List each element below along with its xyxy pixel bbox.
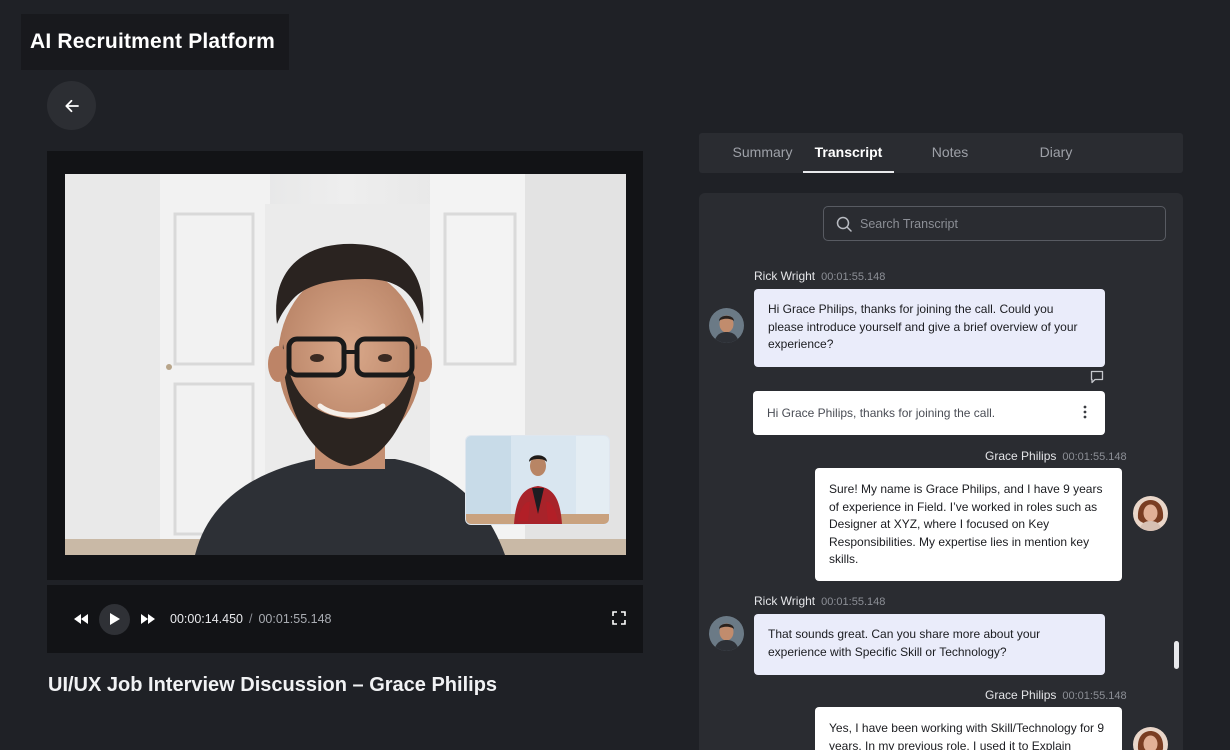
arrow-left-icon — [64, 99, 79, 112]
speaker-name: Grace Philips — [985, 449, 1057, 463]
rewind-icon[interactable] — [73, 613, 89, 625]
time-separator: / — [249, 612, 253, 626]
note-text: Hi Grace Philips, thanks for joining the… — [767, 406, 996, 420]
message-meta: Rick Wright 00:01:55.148 — [754, 269, 885, 283]
search-box[interactable] — [823, 206, 1166, 241]
transcript-panel: Rick Wright 00:01:55.148 Hi Grace Philips… — [699, 193, 1183, 750]
avatar — [1133, 496, 1168, 531]
message-meta: Rick Wright 00:01:55.148 — [754, 594, 885, 608]
message-timestamp: 00:01:55.148 — [821, 596, 886, 608]
message-timestamp: 00:01:55.148 — [1062, 451, 1127, 463]
total-time: 00:01:55.148 — [258, 612, 332, 626]
comment-icon[interactable] — [1090, 370, 1104, 389]
app-title: AI Recruitment Platform — [21, 14, 289, 70]
current-time: 00:00:14.450 — [170, 612, 243, 626]
speaker-name: Grace Philips — [985, 688, 1057, 702]
search-icon — [836, 216, 852, 232]
avatar — [709, 616, 744, 651]
message-meta: Grace Philips 00:01:55.148 — [985, 449, 1127, 463]
tab-diary[interactable]: Diary — [1015, 133, 1097, 173]
message-timestamp: 00:01:55.148 — [1062, 690, 1127, 702]
interviewer-video-pip[interactable] — [465, 435, 610, 525]
message-bubble: Yes, I have been working with Skill/Tech… — [815, 707, 1122, 750]
more-options-icon[interactable] — [1083, 405, 1087, 422]
back-button[interactable] — [47, 81, 96, 130]
tab-notes[interactable]: Notes — [909, 133, 991, 173]
message-bubble: Sure! My name is Grace Philips, and I ha… — [815, 468, 1122, 581]
avatar — [1133, 727, 1168, 750]
message-bubble: That sounds great. Can you share more ab… — [754, 614, 1105, 675]
play-icon — [109, 613, 120, 625]
speaker-name: Rick Wright — [754, 594, 816, 608]
search-input[interactable] — [860, 216, 1150, 231]
message-timestamp: 00:01:55.148 — [821, 271, 886, 283]
play-button[interactable] — [99, 603, 130, 635]
avatar — [709, 308, 744, 343]
interviewer-video-image — [466, 436, 609, 524]
message-bubble: Hi Grace Philips, thanks for joining the… — [754, 289, 1105, 367]
scrollbar[interactable] — [1174, 641, 1179, 669]
tab-transcript[interactable]: Transcript — [803, 133, 894, 173]
fullscreen-icon[interactable] — [612, 611, 626, 625]
tab-bar: Summary Transcript Notes Diary — [699, 133, 1183, 173]
note-card[interactable]: Hi Grace Philips, thanks for joining the… — [753, 391, 1105, 435]
speaker-name: Rick Wright — [754, 269, 816, 283]
video-title: UI/UX Job Interview Discussion – Grace P… — [48, 674, 498, 696]
tab-summary[interactable]: Summary — [714, 133, 811, 173]
video-controls: 00:00:14.450 / 00:01:55.148 — [47, 585, 643, 653]
message-meta: Grace Philips 00:01:55.148 — [985, 688, 1127, 702]
fast-forward-icon[interactable] — [140, 613, 156, 625]
